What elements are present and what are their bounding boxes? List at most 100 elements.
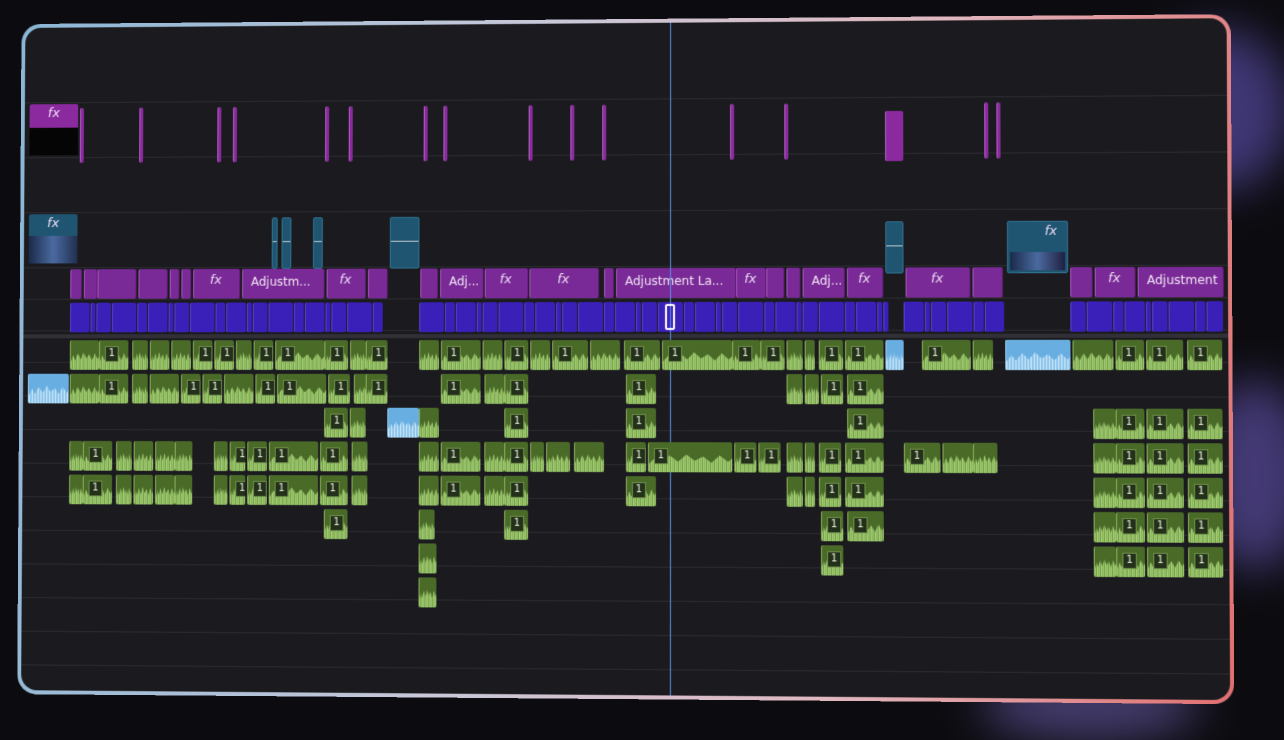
audio-clip[interactable] — [131, 373, 148, 404]
audio-clip[interactable]: 1 — [845, 476, 884, 508]
adjustment-layer-clip[interactable]: fx — [484, 268, 529, 299]
audio-clip[interactable] — [786, 374, 803, 405]
audio-clip[interactable]: 1 — [255, 373, 276, 404]
fx-marker-clip[interactable] — [528, 105, 533, 161]
audio-clip[interactable]: 1 — [1115, 477, 1145, 509]
fx-marker-clip[interactable] — [423, 105, 428, 162]
audio-clip[interactable]: 1 — [324, 340, 349, 370]
video-clip[interactable] — [818, 301, 844, 332]
video-clip[interactable] — [271, 217, 278, 269]
audio-clip[interactable]: 1 — [1146, 512, 1185, 543]
video-clip[interactable] — [716, 301, 722, 332]
audio-clip[interactable] — [418, 509, 435, 540]
adjustment-layer-clip[interactable]: fx — [193, 268, 241, 299]
audio-clip[interactable]: 1 — [818, 442, 842, 473]
audio-clip[interactable] — [149, 340, 170, 370]
video-clip[interactable] — [174, 302, 190, 333]
audio-clip[interactable]: 1 — [440, 475, 481, 506]
audio-clip[interactable]: 1 — [504, 340, 529, 370]
audio-clip[interactable] — [1093, 546, 1117, 578]
video-clip[interactable] — [903, 301, 924, 332]
audio-clip[interactable]: 1 — [99, 340, 129, 370]
adjustment-layer-clip[interactable] — [70, 269, 83, 299]
adjustment-layer-clip[interactable]: fx — [846, 267, 884, 298]
audio-clip[interactable]: 1 — [440, 373, 481, 404]
audio-clip[interactable] — [69, 440, 84, 471]
audio-clip[interactable]: 1 — [734, 442, 757, 473]
video-clip[interactable] — [111, 302, 137, 333]
video-clip[interactable] — [476, 302, 482, 333]
adjustment-layer-clip[interactable]: Adjustment ... — [1137, 266, 1224, 298]
audio-clip[interactable] — [213, 474, 228, 505]
video-clip[interactable] — [389, 216, 420, 269]
video-clip[interactable] — [930, 301, 947, 332]
video-clip[interactable] — [695, 301, 716, 332]
fx-marker-clip[interactable] — [570, 104, 575, 161]
audio-clip[interactable]: 1 — [1116, 512, 1145, 543]
video-clip[interactable] — [973, 301, 984, 332]
audio-clip[interactable]: 1 — [276, 373, 327, 404]
audio-clip[interactable]: 1 — [1146, 339, 1184, 371]
adjustment-layer-clip[interactable] — [766, 267, 785, 298]
video-clip[interactable] — [331, 302, 347, 333]
audio-clip[interactable] — [786, 339, 803, 371]
video-clip[interactable] — [802, 301, 818, 332]
audio-clip[interactable]: 1 — [268, 475, 319, 506]
video-clip[interactable] — [96, 302, 112, 333]
audio-clip[interactable] — [133, 474, 154, 505]
audio-clip[interactable]: 1 — [821, 545, 844, 576]
audio-clip[interactable]: 1 — [1146, 443, 1184, 474]
audio-clip[interactable] — [786, 476, 803, 507]
adjustment-layer-clip[interactable] — [604, 268, 615, 299]
audio-clip[interactable] — [1093, 443, 1116, 474]
video-clip[interactable] — [482, 302, 498, 333]
adjustment-layer-clip[interactable] — [1070, 267, 1093, 298]
adjustment-layer-clip[interactable] — [367, 268, 388, 299]
audio-clip[interactable]: 1 — [847, 408, 884, 439]
fx-clip[interactable] — [885, 110, 904, 162]
video-clip[interactable] — [293, 302, 304, 333]
audio-clip[interactable] — [1093, 511, 1117, 543]
audio-clip[interactable] — [972, 339, 994, 371]
video-clip[interactable] — [444, 302, 455, 333]
audio-clip[interactable] — [174, 474, 193, 505]
audio-clip[interactable]: 1 — [732, 339, 761, 371]
video-clip[interactable] — [722, 301, 738, 332]
video-clip[interactable] — [419, 302, 445, 333]
audio-clip[interactable] — [418, 407, 439, 438]
audio-clip[interactable] — [418, 441, 439, 472]
audio-clip[interactable]: 1 — [202, 373, 223, 404]
adjustment-layer-clip[interactable] — [169, 269, 180, 299]
video-clip[interactable] — [268, 302, 294, 333]
audio-clip[interactable]: 1 — [847, 374, 884, 405]
audio-clip[interactable] — [115, 441, 132, 471]
audio-clip[interactable]: 1 — [180, 373, 201, 404]
video-clip[interactable] — [738, 301, 764, 332]
video-clip[interactable] — [190, 302, 215, 333]
audio-clip[interactable]: 1 — [625, 374, 656, 405]
audio-clip[interactable] — [546, 441, 570, 472]
adjustment-layer-clip[interactable]: Adjustment La... — [616, 267, 737, 299]
video-clip[interactable] — [796, 301, 802, 332]
audio-clip[interactable]: 1 — [320, 441, 348, 472]
audio-clip[interactable] — [115, 474, 132, 505]
audio-clip[interactable]: 1 — [247, 441, 267, 472]
timeline-panel[interactable]: fx fx fx fx Adjustm... fx Adj... fx fx Adjustment… — [21, 18, 1231, 701]
audio-clip[interactable] — [213, 441, 228, 472]
audio-clip[interactable]: 1 — [275, 340, 325, 370]
video-clip[interactable] — [168, 302, 174, 333]
video-clip[interactable] — [1086, 301, 1113, 332]
video-clip[interactable] — [347, 302, 372, 333]
audio-clip[interactable]: 1 — [1187, 477, 1223, 509]
fx-track-header[interactable]: fx — [29, 104, 79, 156]
video-clip[interactable] — [556, 302, 562, 333]
video-clip[interactable] — [498, 302, 524, 333]
adjustment-layer-clip[interactable] — [138, 269, 168, 299]
audio-clip[interactable] — [387, 407, 420, 438]
audio-clip[interactable] — [349, 340, 366, 370]
audio-clip[interactable]: 1 — [192, 340, 213, 370]
playhead-handle[interactable] — [665, 303, 676, 330]
video-clip[interactable] — [215, 302, 226, 333]
audio-clip[interactable] — [69, 373, 99, 404]
audio-clip[interactable]: 1 — [1187, 443, 1223, 474]
